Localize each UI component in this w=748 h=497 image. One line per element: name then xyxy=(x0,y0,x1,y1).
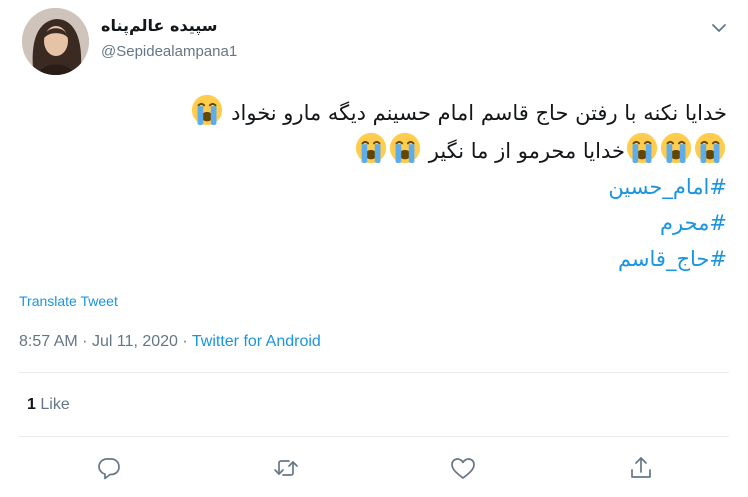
avatar[interactable] xyxy=(22,8,89,75)
retweet-icon xyxy=(274,460,298,476)
reply-icon xyxy=(98,458,120,480)
tweet-line-2: خدایا محرمو از ما نگیر xyxy=(17,131,727,169)
tweet-meta: 8:57 AM · Jul 11, 2020 · Twitter for And… xyxy=(19,333,321,351)
loudly-crying-face-icon xyxy=(659,131,693,165)
user-handle[interactable]: @Sepidealampana1 xyxy=(101,43,237,60)
meta-separator: · xyxy=(182,333,188,350)
loudly-crying-face-icon xyxy=(693,131,727,165)
tweet-line-1: خدایا نکنه با رفتن حاج قاسم امام حسینم د… xyxy=(17,93,727,131)
divider xyxy=(19,372,729,373)
hashtag-link[interactable]: #امام_حسین xyxy=(17,169,727,205)
tweet-text-2: خدایا محرمو از ما نگیر xyxy=(428,139,625,163)
likes-stat[interactable]: 1 Like xyxy=(27,396,70,414)
meta-separator: · xyxy=(82,333,88,350)
translate-tweet-link[interactable]: Translate Tweet xyxy=(19,293,118,309)
like-button[interactable] xyxy=(449,454,477,482)
hashtag-link[interactable]: #حاج_قاسم xyxy=(17,241,727,277)
tweet-text-1: خدایا نکنه با رفتن حاج قاسم امام حسینم د… xyxy=(231,101,727,125)
reply-button[interactable] xyxy=(95,454,123,482)
likes-label: Like xyxy=(40,396,70,413)
share-button[interactable] xyxy=(627,454,655,482)
tweet-time[interactable]: 8:57 AM xyxy=(19,333,78,350)
loudly-crying-face-icon xyxy=(354,131,388,165)
share-icon xyxy=(631,457,651,478)
display-name[interactable]: سپیده عالم‌پناه xyxy=(101,16,218,35)
like-icon xyxy=(451,458,475,479)
tweet-text: خدایا نکنه با رفتن حاج قاسم امام حسینم د… xyxy=(17,93,727,277)
loudly-crying-face-icon xyxy=(625,131,659,165)
tweet-date[interactable]: Jul 11, 2020 xyxy=(92,333,178,350)
hashtag-link[interactable]: #محرم xyxy=(17,205,727,241)
chevron-down-icon[interactable] xyxy=(711,22,727,34)
retweet-button[interactable] xyxy=(272,454,300,482)
tweet-source-link[interactable]: Twitter for Android xyxy=(192,333,321,350)
tweet-card: سپیده عالم‌پناه @Sepidealampana1 خدایا ن… xyxy=(0,0,748,497)
loudly-crying-face-icon xyxy=(388,131,422,165)
divider xyxy=(19,436,729,437)
likes-count: 1 xyxy=(27,396,36,413)
loudly-crying-face-icon xyxy=(190,93,224,127)
